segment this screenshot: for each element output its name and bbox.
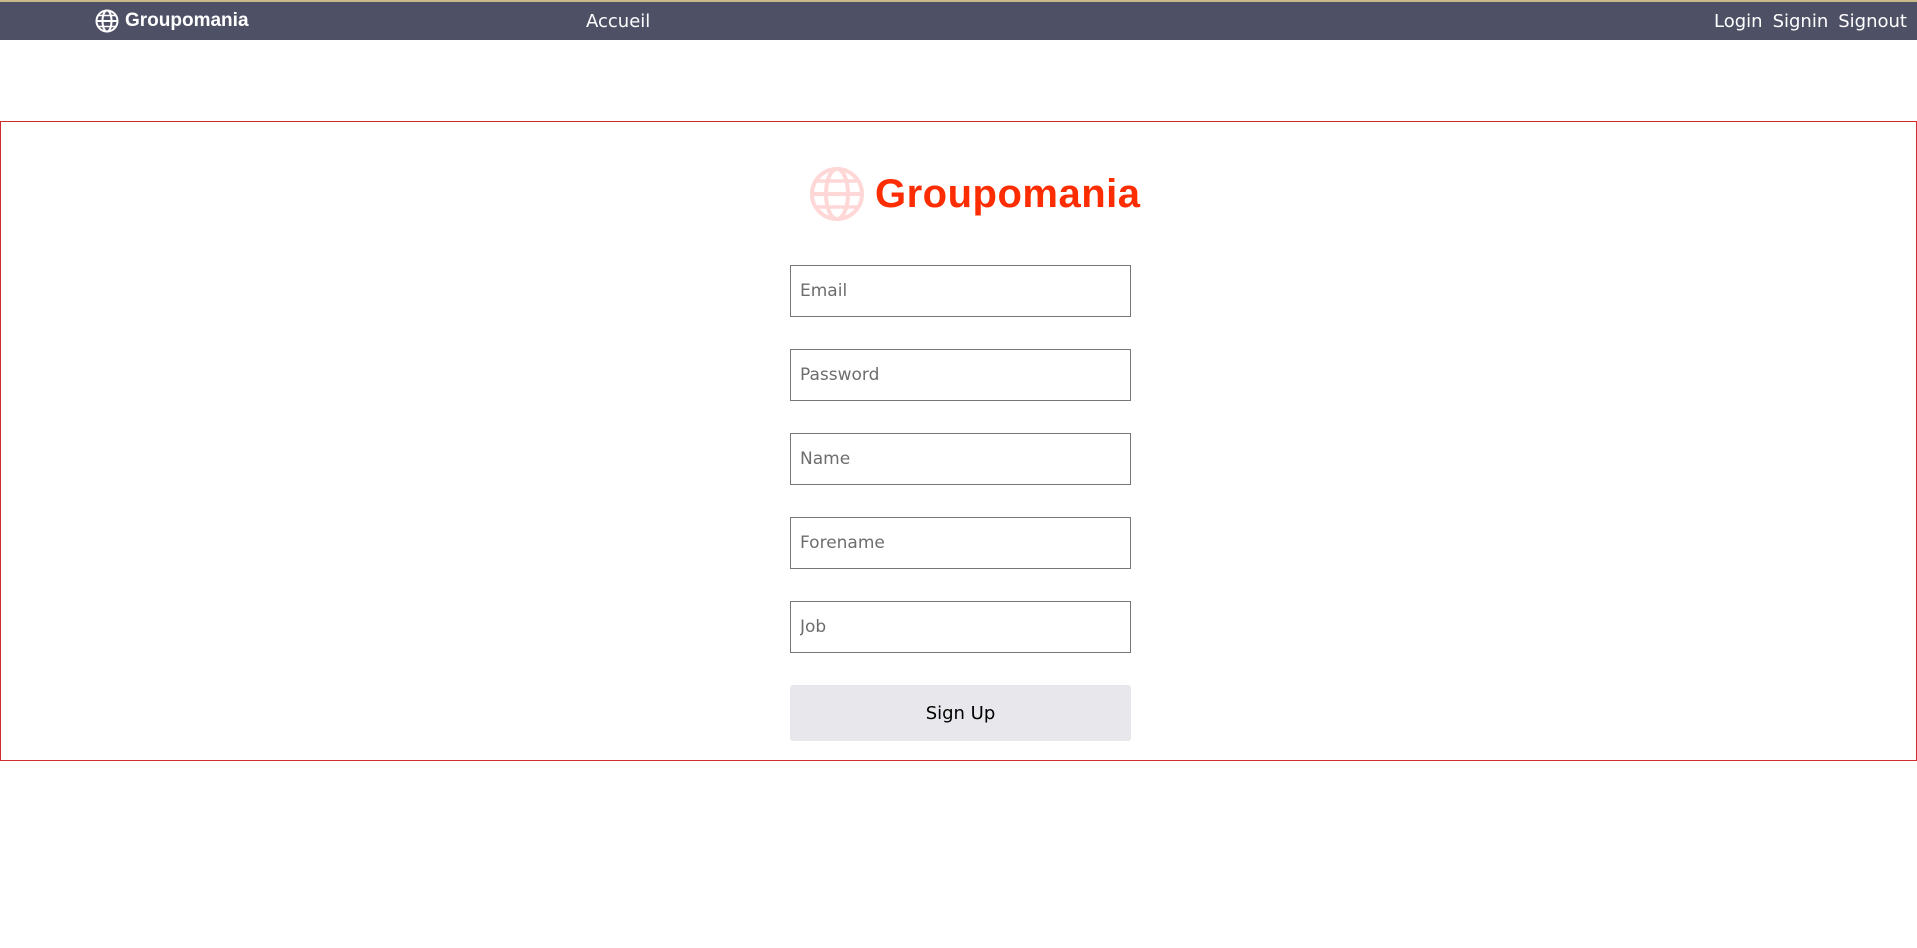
forename-field[interactable]: [790, 517, 1131, 569]
nav-home-link[interactable]: Accueil: [586, 11, 650, 32]
globe-icon: [810, 167, 864, 221]
nav-signout-link[interactable]: Signout: [1838, 11, 1907, 32]
nav-auth-links: Login Signin Signout: [1714, 11, 1907, 32]
logo-title: Groupomania: [875, 171, 1141, 216]
top-navbar: Groupomania Accueil Login Signin Signout: [0, 0, 1917, 40]
signup-section: Groupomania Sign Up: [0, 121, 1917, 761]
nav-login-link[interactable]: Login: [1714, 11, 1763, 32]
name-field[interactable]: [790, 433, 1131, 485]
sign-up-button[interactable]: Sign Up: [790, 685, 1131, 741]
nav-signin-link[interactable]: Signin: [1773, 11, 1829, 32]
password-field[interactable]: [790, 349, 1131, 401]
logo: Groupomania: [809, 166, 1141, 222]
email-field[interactable]: [790, 265, 1131, 317]
brand-link[interactable]: Groupomania: [95, 9, 249, 33]
job-field[interactable]: [790, 601, 1131, 653]
brand-label: Groupomania: [125, 10, 249, 31]
globe-icon: [95, 9, 119, 33]
